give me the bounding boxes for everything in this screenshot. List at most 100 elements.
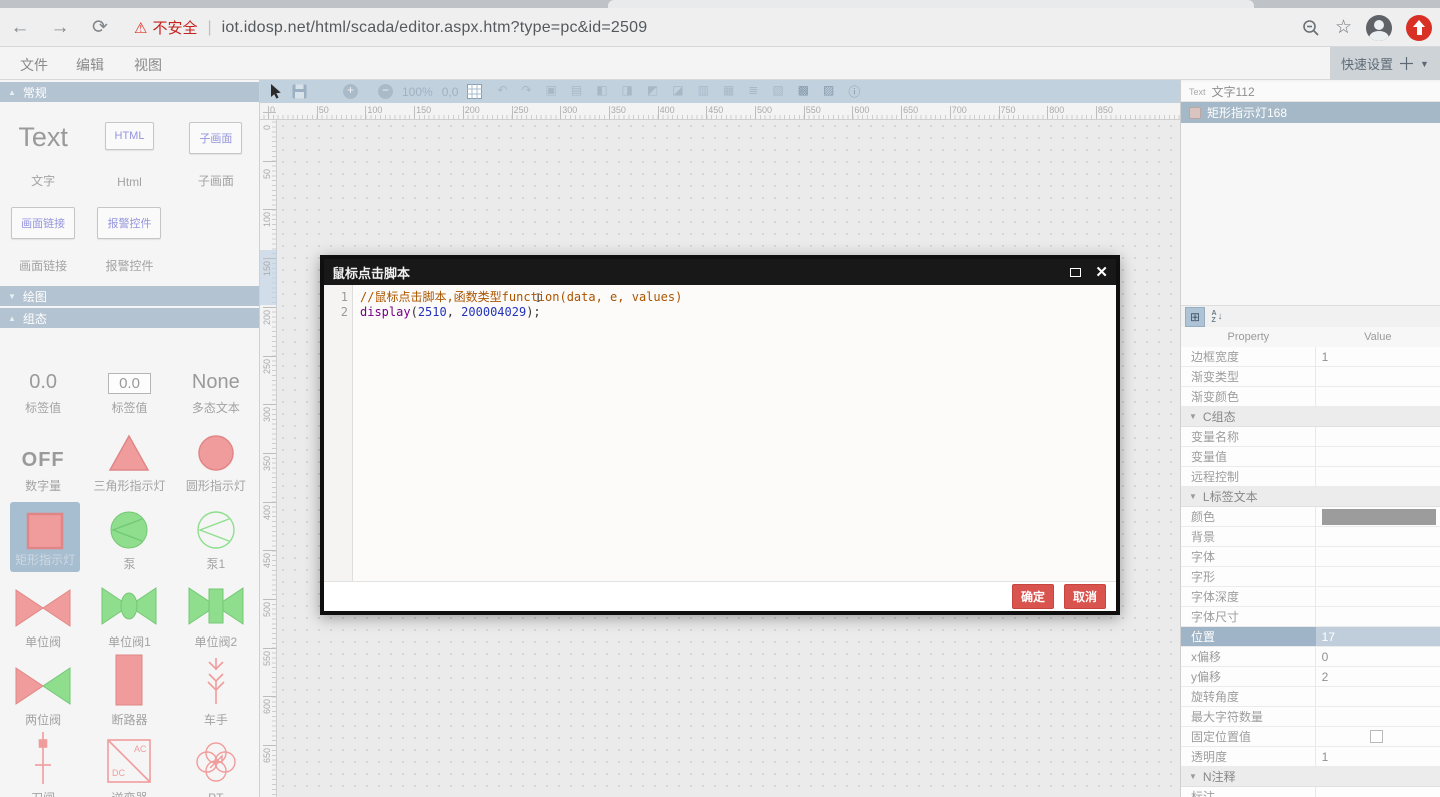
grid-toggle-icon[interactable]	[467, 84, 482, 99]
property-row-旋转角度[interactable]: 旋转角度	[1181, 687, 1440, 707]
menu-view[interactable]: 视图	[134, 55, 162, 75]
zoom-out-icon[interactable]	[1301, 18, 1321, 38]
zoom-out-canvas-icon[interactable]: −	[378, 84, 393, 99]
browser-update-icon[interactable]	[1406, 15, 1432, 41]
palette-item-valve-pink[interactable]: 单位阀	[0, 576, 86, 654]
code-line[interactable]: 2display(2510, 200004029);	[324, 305, 1116, 320]
property-row-变量名称[interactable]: 变量名称	[1181, 427, 1440, 447]
property-value[interactable]: 2	[1316, 667, 1440, 686]
palette-item-text[interactable]: Text 文字	[0, 114, 86, 199]
palette-item-valve-green-rect[interactable]: 单位阀2	[173, 576, 259, 654]
chevron-down-icon[interactable]: ▼	[1420, 59, 1429, 69]
url-text[interactable]: iot.idosp.net/html/scada/editor.aspx.htm…	[222, 19, 648, 37]
select-cursor-icon[interactable]	[270, 84, 283, 99]
palette-item-knife-switch[interactable]: 刀闸	[0, 732, 86, 797]
property-value[interactable]	[1316, 587, 1440, 606]
property-value[interactable]	[1316, 527, 1440, 546]
maximize-icon[interactable]	[1070, 268, 1081, 277]
palette-item-text-2[interactable]: None多态文本	[173, 342, 259, 420]
palette-item-alarm-control[interactable]: 报警控件 报警控件	[86, 199, 172, 284]
palette-item-html[interactable]: HTML Html	[86, 114, 172, 199]
property-row-字体尺寸[interactable]: 字体尺寸	[1181, 607, 1440, 627]
save-icon[interactable]	[292, 84, 307, 99]
code-line[interactable]: 1//鼠标点击脚本,函数类型function(data, e, values)	[324, 290, 1116, 305]
property-row-边框宽度[interactable]: 边框宽度1	[1181, 347, 1440, 367]
quick-settings[interactable]: 快速设置 ▼	[1330, 47, 1440, 80]
property-value[interactable]	[1316, 387, 1440, 406]
property-row-固定位置值[interactable]: 固定位置值	[1181, 727, 1440, 747]
property-row-字体深度[interactable]: 字体深度	[1181, 587, 1440, 607]
property-row-y偏移[interactable]: y偏移2	[1181, 667, 1440, 687]
property-row-渐变颜色[interactable]: 渐变颜色	[1181, 387, 1440, 407]
property-value[interactable]	[1316, 547, 1440, 566]
property-value[interactable]: 17	[1316, 627, 1440, 646]
object-list-item-rect-indicator[interactable]: 矩形指示灯168	[1181, 102, 1440, 123]
property-group-L标签文本[interactable]: ▼L标签文本	[1181, 487, 1440, 507]
forward-icon[interactable]: →	[40, 17, 80, 39]
security-warning[interactable]: ⚠ 不安全	[134, 17, 197, 38]
property-value[interactable]: 1	[1316, 347, 1440, 366]
property-value[interactable]	[1316, 727, 1440, 746]
palette-item-triangle-indicator[interactable]: 三角形指示灯	[86, 420, 172, 498]
close-icon[interactable]: ✕	[1095, 263, 1108, 281]
reload-icon[interactable]: ⟳	[80, 16, 120, 39]
property-value[interactable]	[1316, 467, 1440, 486]
property-value[interactable]	[1316, 507, 1440, 526]
palette-item-pump-outline[interactable]: 泵1	[173, 498, 259, 576]
palette-item-circle-indicator[interactable]: 圆形指示灯	[173, 420, 259, 498]
section-scada[interactable]: ▲ 组态	[0, 308, 259, 328]
property-row-颜色[interactable]: 颜色	[1181, 507, 1440, 527]
property-value[interactable]	[1316, 707, 1440, 726]
section-drawing[interactable]: ▼ 绘图	[0, 286, 259, 306]
property-row-最大字符数量[interactable]: 最大字符数量	[1181, 707, 1440, 727]
property-row-位置[interactable]: 位置17	[1181, 627, 1440, 647]
palette-item-pt[interactable]: PT	[173, 732, 259, 797]
property-value[interactable]	[1316, 687, 1440, 706]
profile-avatar-icon[interactable]	[1366, 15, 1392, 41]
property-row-标注[interactable]: 标注	[1181, 787, 1440, 797]
checkbox[interactable]	[1370, 730, 1383, 743]
property-group-N注释[interactable]: ▼N注释	[1181, 767, 1440, 787]
palette-item-screen-link[interactable]: 画面链接 画面链接	[0, 199, 86, 284]
ok-button[interactable]: 确定	[1012, 584, 1054, 609]
palette-item-text-1[interactable]: 0.0标签值	[86, 342, 172, 420]
property-value[interactable]	[1316, 367, 1440, 386]
palette-item-breaker[interactable]: 断路器	[86, 654, 172, 732]
property-value[interactable]	[1316, 607, 1440, 626]
property-value[interactable]	[1316, 427, 1440, 446]
palette-item-valve-two-color[interactable]: 两位阀	[0, 654, 86, 732]
menu-file[interactable]: 文件	[20, 55, 48, 75]
palette-item-cart[interactable]: 车手	[173, 654, 259, 732]
property-value[interactable]	[1316, 567, 1440, 586]
bookmark-star-icon[interactable]: ☆	[1335, 16, 1352, 39]
property-row-远程控制[interactable]: 远程控制	[1181, 467, 1440, 487]
active-tab[interactable]	[608, 0, 1254, 8]
section-general[interactable]: ▲ 常规	[0, 82, 259, 102]
object-list-item-text[interactable]: Text 文字112	[1181, 82, 1440, 102]
zoom-in-icon[interactable]: +	[343, 84, 358, 99]
property-value[interactable]: 1	[1316, 747, 1440, 766]
palette-item-pump[interactable]: 泵	[86, 498, 172, 576]
palette-item-rect-indicator[interactable]: 矩形指示灯	[10, 502, 80, 572]
menu-edit[interactable]: 编辑	[76, 55, 104, 75]
property-row-变量值[interactable]: 变量值	[1181, 447, 1440, 467]
property-row-字体[interactable]: 字体	[1181, 547, 1440, 567]
palette-item-valve-green-ellipse[interactable]: 单位阀1	[86, 576, 172, 654]
sort-az-icon[interactable]: AZ↓	[1207, 307, 1227, 327]
property-value[interactable]	[1316, 447, 1440, 466]
property-row-透明度[interactable]: 透明度1	[1181, 747, 1440, 767]
palette-item-text-0[interactable]: 0.0标签值	[0, 342, 86, 420]
palette-item-subscreen[interactable]: 子画面 子画面	[173, 114, 259, 199]
dialog-titlebar[interactable]: 鼠标点击脚本 ✕	[324, 259, 1116, 285]
property-row-渐变类型[interactable]: 渐变类型	[1181, 367, 1440, 387]
categorized-view-icon[interactable]: ⊞	[1185, 307, 1205, 327]
palette-item-text-3[interactable]: OFF数字量	[0, 420, 86, 498]
back-icon[interactable]: ←	[0, 17, 40, 39]
property-row-字形[interactable]: 字形	[1181, 567, 1440, 587]
property-row-x偏移[interactable]: x偏移0	[1181, 647, 1440, 667]
color-swatch[interactable]	[1322, 509, 1436, 525]
code-editor[interactable]: 1//鼠标点击脚本,函数类型function(data, e, values)2…	[324, 285, 1116, 581]
property-value[interactable]	[1316, 787, 1440, 797]
property-group-C组态[interactable]: ▼C组态	[1181, 407, 1440, 427]
cancel-button[interactable]: 取消	[1064, 584, 1106, 609]
